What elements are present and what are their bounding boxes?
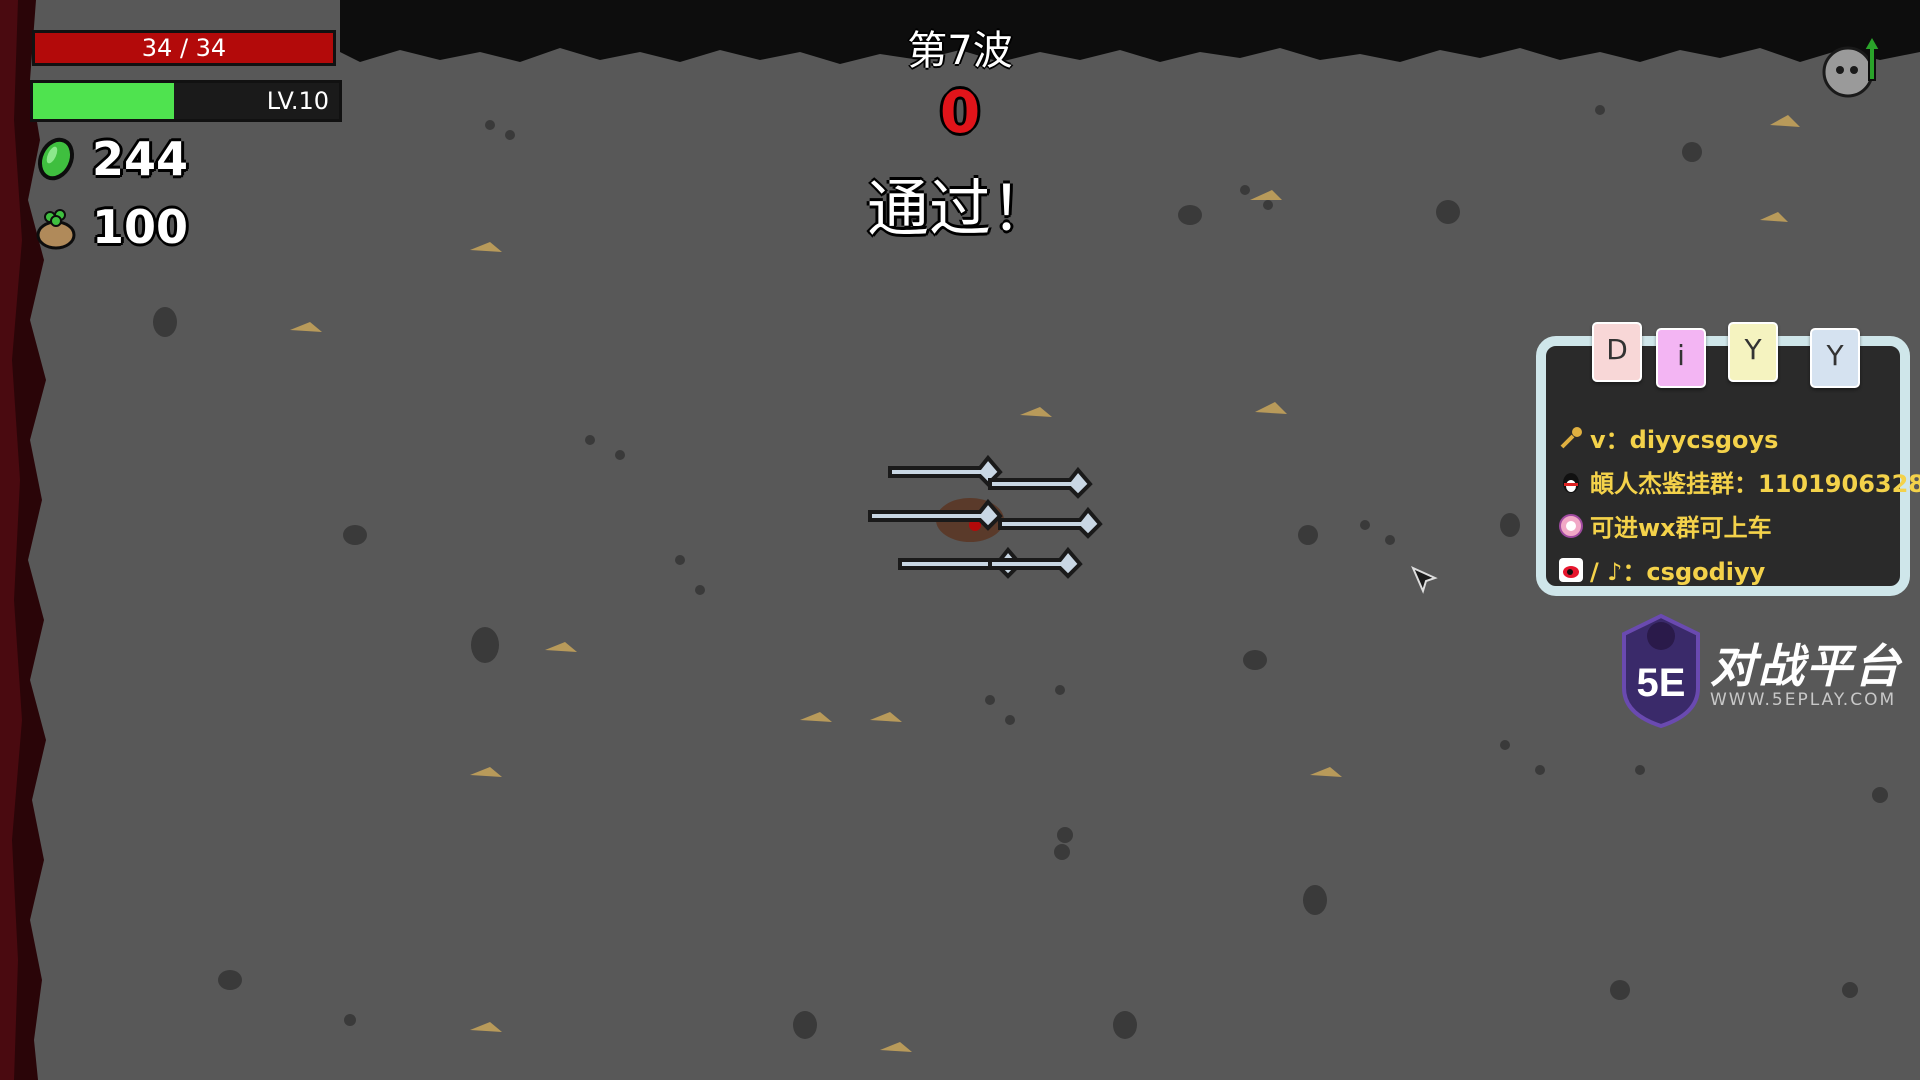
letter-tag: i: [1656, 328, 1706, 388]
letter-tag: Y: [1810, 328, 1860, 388]
health-bar: 34 / 34: [32, 30, 336, 66]
wave-title: 第7波: [907, 28, 1013, 74]
wave-timer: 0: [939, 78, 981, 146]
experience-bar: LV.10: [30, 80, 342, 122]
bag-counter: 100: [32, 200, 188, 254]
brand-url: WWW.5EPLAY.COM: [1710, 690, 1897, 710]
wave-cleared-text: 通过！: [866, 172, 1053, 245]
stream-info-panel: D i Y Y v：diyycsgoys 頔人杰鉴挂群：1101906328 可…: [1536, 322, 1920, 596]
wechat-line: v：diyycsgoys: [1558, 420, 1778, 455]
player-character: [868, 454, 1103, 579]
weibo-douyin-icon: [1559, 557, 1583, 582]
letter-tag: D: [1592, 322, 1642, 382]
mouse-cursor: [1411, 566, 1438, 594]
social-text: / ♪：csgodiyy: [1590, 558, 1766, 586]
key-icon: [1560, 426, 1582, 448]
qq-text: 頔人杰鉴挂群：1101906328: [1590, 470, 1920, 498]
wx-group-text: 可进wx群可上车: [1590, 514, 1772, 542]
level-up-indicator-icon: [1822, 33, 1880, 98]
level-text: LV.10: [266, 87, 329, 115]
qq-penguin-icon: [1563, 472, 1579, 493]
5e-shield-logo-icon: 5E: [1622, 613, 1700, 729]
experience-fill: [33, 83, 174, 119]
qq-line: 頔人杰鉴挂群：1101906328: [1558, 464, 1920, 499]
material-gem-icon: [37, 137, 75, 181]
wechat-badge-icon: [1559, 513, 1583, 538]
loot-bag-icon: [36, 209, 76, 250]
social-line: / ♪：csgodiyy: [1558, 552, 1765, 587]
5e-logo-text: 5E: [1637, 661, 1686, 705]
health-text: 34 / 34: [141, 34, 227, 62]
5e-brand-watermark: 5E 对战平台 WWW.5EPLAY.COM: [1618, 610, 1918, 730]
wechat-text: v：diyycsgoys: [1590, 426, 1779, 454]
brand-title: 对战平台: [1710, 639, 1902, 693]
materials-counter: 244: [32, 132, 188, 186]
wx-group-line: 可进wx群可上车: [1558, 508, 1772, 543]
letter-tag: Y: [1728, 322, 1778, 382]
bag-value: 100: [92, 200, 189, 254]
materials-value: 244: [92, 132, 189, 186]
